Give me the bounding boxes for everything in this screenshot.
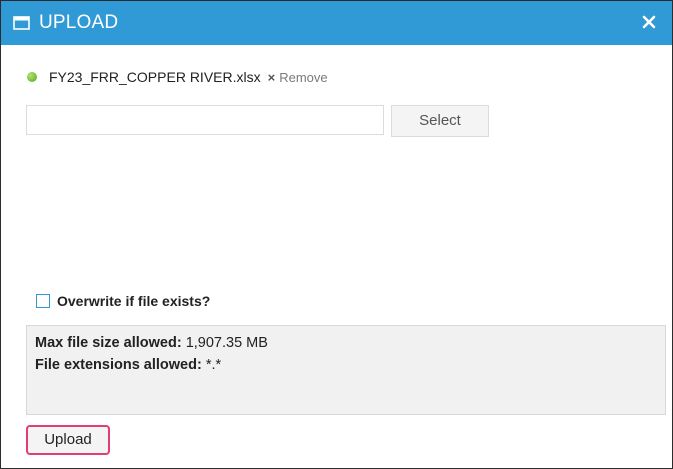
upload-dialog: UPLOAD FY23_FRR_COPPER RIVER.xlsx × Remo… <box>0 0 673 469</box>
file-path-input[interactable] <box>26 105 384 135</box>
overwrite-label: Overwrite if file exists? <box>57 293 211 309</box>
upload-info-panel: Max file size allowed: 1,907.35 MB File … <box>26 325 666 415</box>
close-icon[interactable] <box>640 13 658 31</box>
upload-button[interactable]: Upload <box>26 425 110 455</box>
max-size-label: Max file size allowed: <box>35 335 182 351</box>
max-size-value: 1,907.35 MB <box>185 335 268 351</box>
dialog-titlebar: UPLOAD <box>1 1 672 45</box>
select-button[interactable]: Select <box>391 105 489 137</box>
uploaded-file-item: FY23_FRR_COPPER RIVER.xlsx × Remove <box>27 67 328 87</box>
window-icon <box>13 16 30 30</box>
status-dot-icon <box>27 72 37 82</box>
file-name: FY23_FRR_COPPER RIVER.xlsx <box>49 69 261 85</box>
overwrite-checkbox[interactable] <box>36 294 50 308</box>
dialog-title: UPLOAD <box>39 12 119 33</box>
remove-icon[interactable]: × <box>268 70 276 85</box>
extensions-label: File extensions allowed: <box>35 357 202 373</box>
remove-file-link[interactable]: Remove <box>279 70 327 85</box>
overwrite-option[interactable]: Overwrite if file exists? <box>36 293 210 309</box>
max-size-line: Max file size allowed: 1,907.35 MB <box>35 332 657 354</box>
extensions-value: *.* <box>205 357 222 373</box>
extensions-line: File extensions allowed: *.* <box>35 354 657 376</box>
